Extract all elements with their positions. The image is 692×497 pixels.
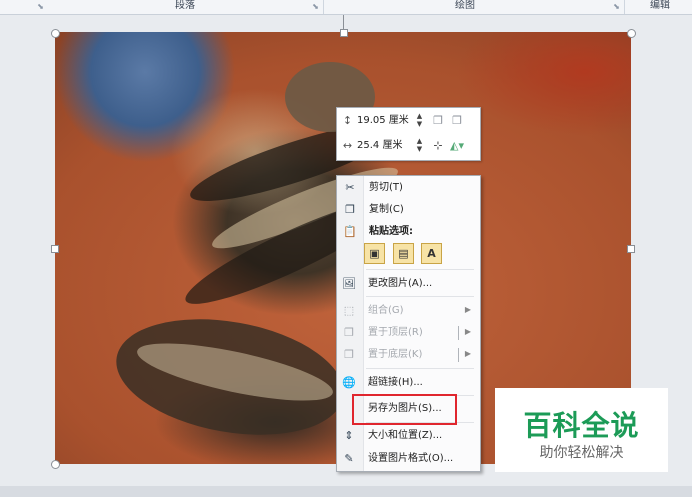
resize-handle-nw[interactable] (51, 29, 60, 38)
menu-item-format-picture[interactable]: ✎ 设置图片格式(O)... (336, 448, 479, 470)
hyperlink-icon: 🌐 (342, 376, 356, 389)
resize-handle-w[interactable] (51, 245, 59, 253)
highlight-box (352, 394, 457, 425)
menu-separator (366, 269, 474, 270)
dialog-launcher-icon[interactable]: ⬊ (36, 2, 45, 11)
format-picture-icon: ✎ (344, 452, 354, 465)
submenu-arrow-icon: ▶ (464, 349, 471, 358)
menu-separator (366, 368, 474, 369)
menu-item-send-to-back[interactable]: ❐ 置于底层(K) ▶ (336, 344, 479, 366)
ribbon-group-bar: ⬊ 段落 ⬊ 绘图 ⬊ 编辑 (0, 0, 692, 15)
width-spinner[interactable]: ▲ ▼ (416, 137, 423, 153)
send-backward-icon[interactable]: ❐ (450, 114, 464, 127)
rotate-icon[interactable]: ◭▾ (450, 139, 464, 152)
height-row: ↕ 19.05 厘米 ▲ ▼ ❐ ❐ (339, 110, 477, 132)
change-picture-icon: 🖼 (342, 277, 356, 290)
width-row: ↔ 25.4 厘米 ▲ ▼ ⊹ ◭▾ (339, 135, 477, 157)
bring-forward-icon[interactable]: ❐ (431, 114, 445, 127)
menu-item-hyperlink[interactable]: 🌐 超链接(H)... (336, 372, 479, 394)
size-position-icon: ⇕ (344, 429, 354, 442)
ribbon-separator (624, 0, 625, 14)
send-to-back-icon: ❐ (344, 348, 354, 361)
height-input[interactable]: 19.05 厘米 (357, 114, 409, 127)
submenu-arrow-icon: ▶ (464, 305, 471, 314)
menu-separator (366, 296, 474, 297)
ribbon-group-editing: 编辑 (650, 0, 670, 11)
ribbon-group-paragraph: 段落 (175, 0, 195, 11)
scissors-icon: ✂ (345, 181, 355, 194)
menu-item-size-position[interactable]: ⇕ 大小和位置(Z)... (336, 425, 479, 447)
text-only-paste-icon[interactable]: A (421, 243, 442, 264)
bring-to-front-icon: ❐ (344, 326, 354, 339)
picture-format-paste-icon[interactable]: ▤ (393, 243, 414, 264)
paste-icon: 📋 (343, 225, 357, 238)
watermark-title: 百科全说 (523, 409, 640, 442)
split-separator (458, 326, 459, 340)
status-strip (0, 486, 692, 497)
ribbon-group-drawing: 绘图 (455, 0, 475, 11)
menu-item-change-picture[interactable]: 🖼 更改图片(A)... (336, 273, 479, 295)
menu-item-group[interactable]: ⬚ 组合(G) ▶ (336, 300, 479, 322)
resize-handle-ne[interactable] (627, 29, 636, 38)
resize-handle-n[interactable] (340, 29, 348, 37)
width-input[interactable]: 25.4 厘米 (357, 139, 402, 152)
watermark: 百科全说 助你轻松解决 (495, 388, 668, 472)
menu-item-copy[interactable]: ❐ 复制(C) (337, 199, 480, 221)
crop-icon[interactable]: ⊹ (431, 139, 445, 152)
drawing-launcher-icon[interactable]: ⬊ (612, 2, 621, 11)
shape-width-icon: ↔ (342, 139, 353, 152)
shape-height-icon: ↕ (342, 114, 353, 127)
mini-toolbar: ↕ 19.05 厘米 ▲ ▼ ❐ ❐ ↔ 25.4 厘米 ▲ ▼ ⊹ ◭▾ (336, 107, 481, 161)
menu-item-bring-to-front[interactable]: ❐ 置于顶层(R) ▶ (336, 322, 479, 344)
submenu-arrow-icon: ▶ (464, 327, 471, 336)
resize-handle-sw[interactable] (51, 460, 60, 469)
split-separator (458, 348, 459, 362)
rotation-line (343, 15, 344, 30)
height-spinner[interactable]: ▲ ▼ (416, 112, 423, 128)
ribbon-separator (323, 0, 324, 14)
menu-item-paste-options: 📋 粘贴选项: (343, 225, 413, 238)
copy-icon: ❐ (345, 203, 355, 216)
paragraph-launcher-icon[interactable]: ⬊ (311, 2, 320, 11)
picture-paste-icon[interactable]: ▣ (364, 243, 385, 264)
resize-handle-e[interactable] (627, 245, 635, 253)
watermark-subtitle: 助你轻松解决 (539, 445, 624, 461)
group-icon: ⬚ (343, 304, 355, 317)
menu-item-cut[interactable]: ✂ 剪切(T) (337, 177, 480, 199)
